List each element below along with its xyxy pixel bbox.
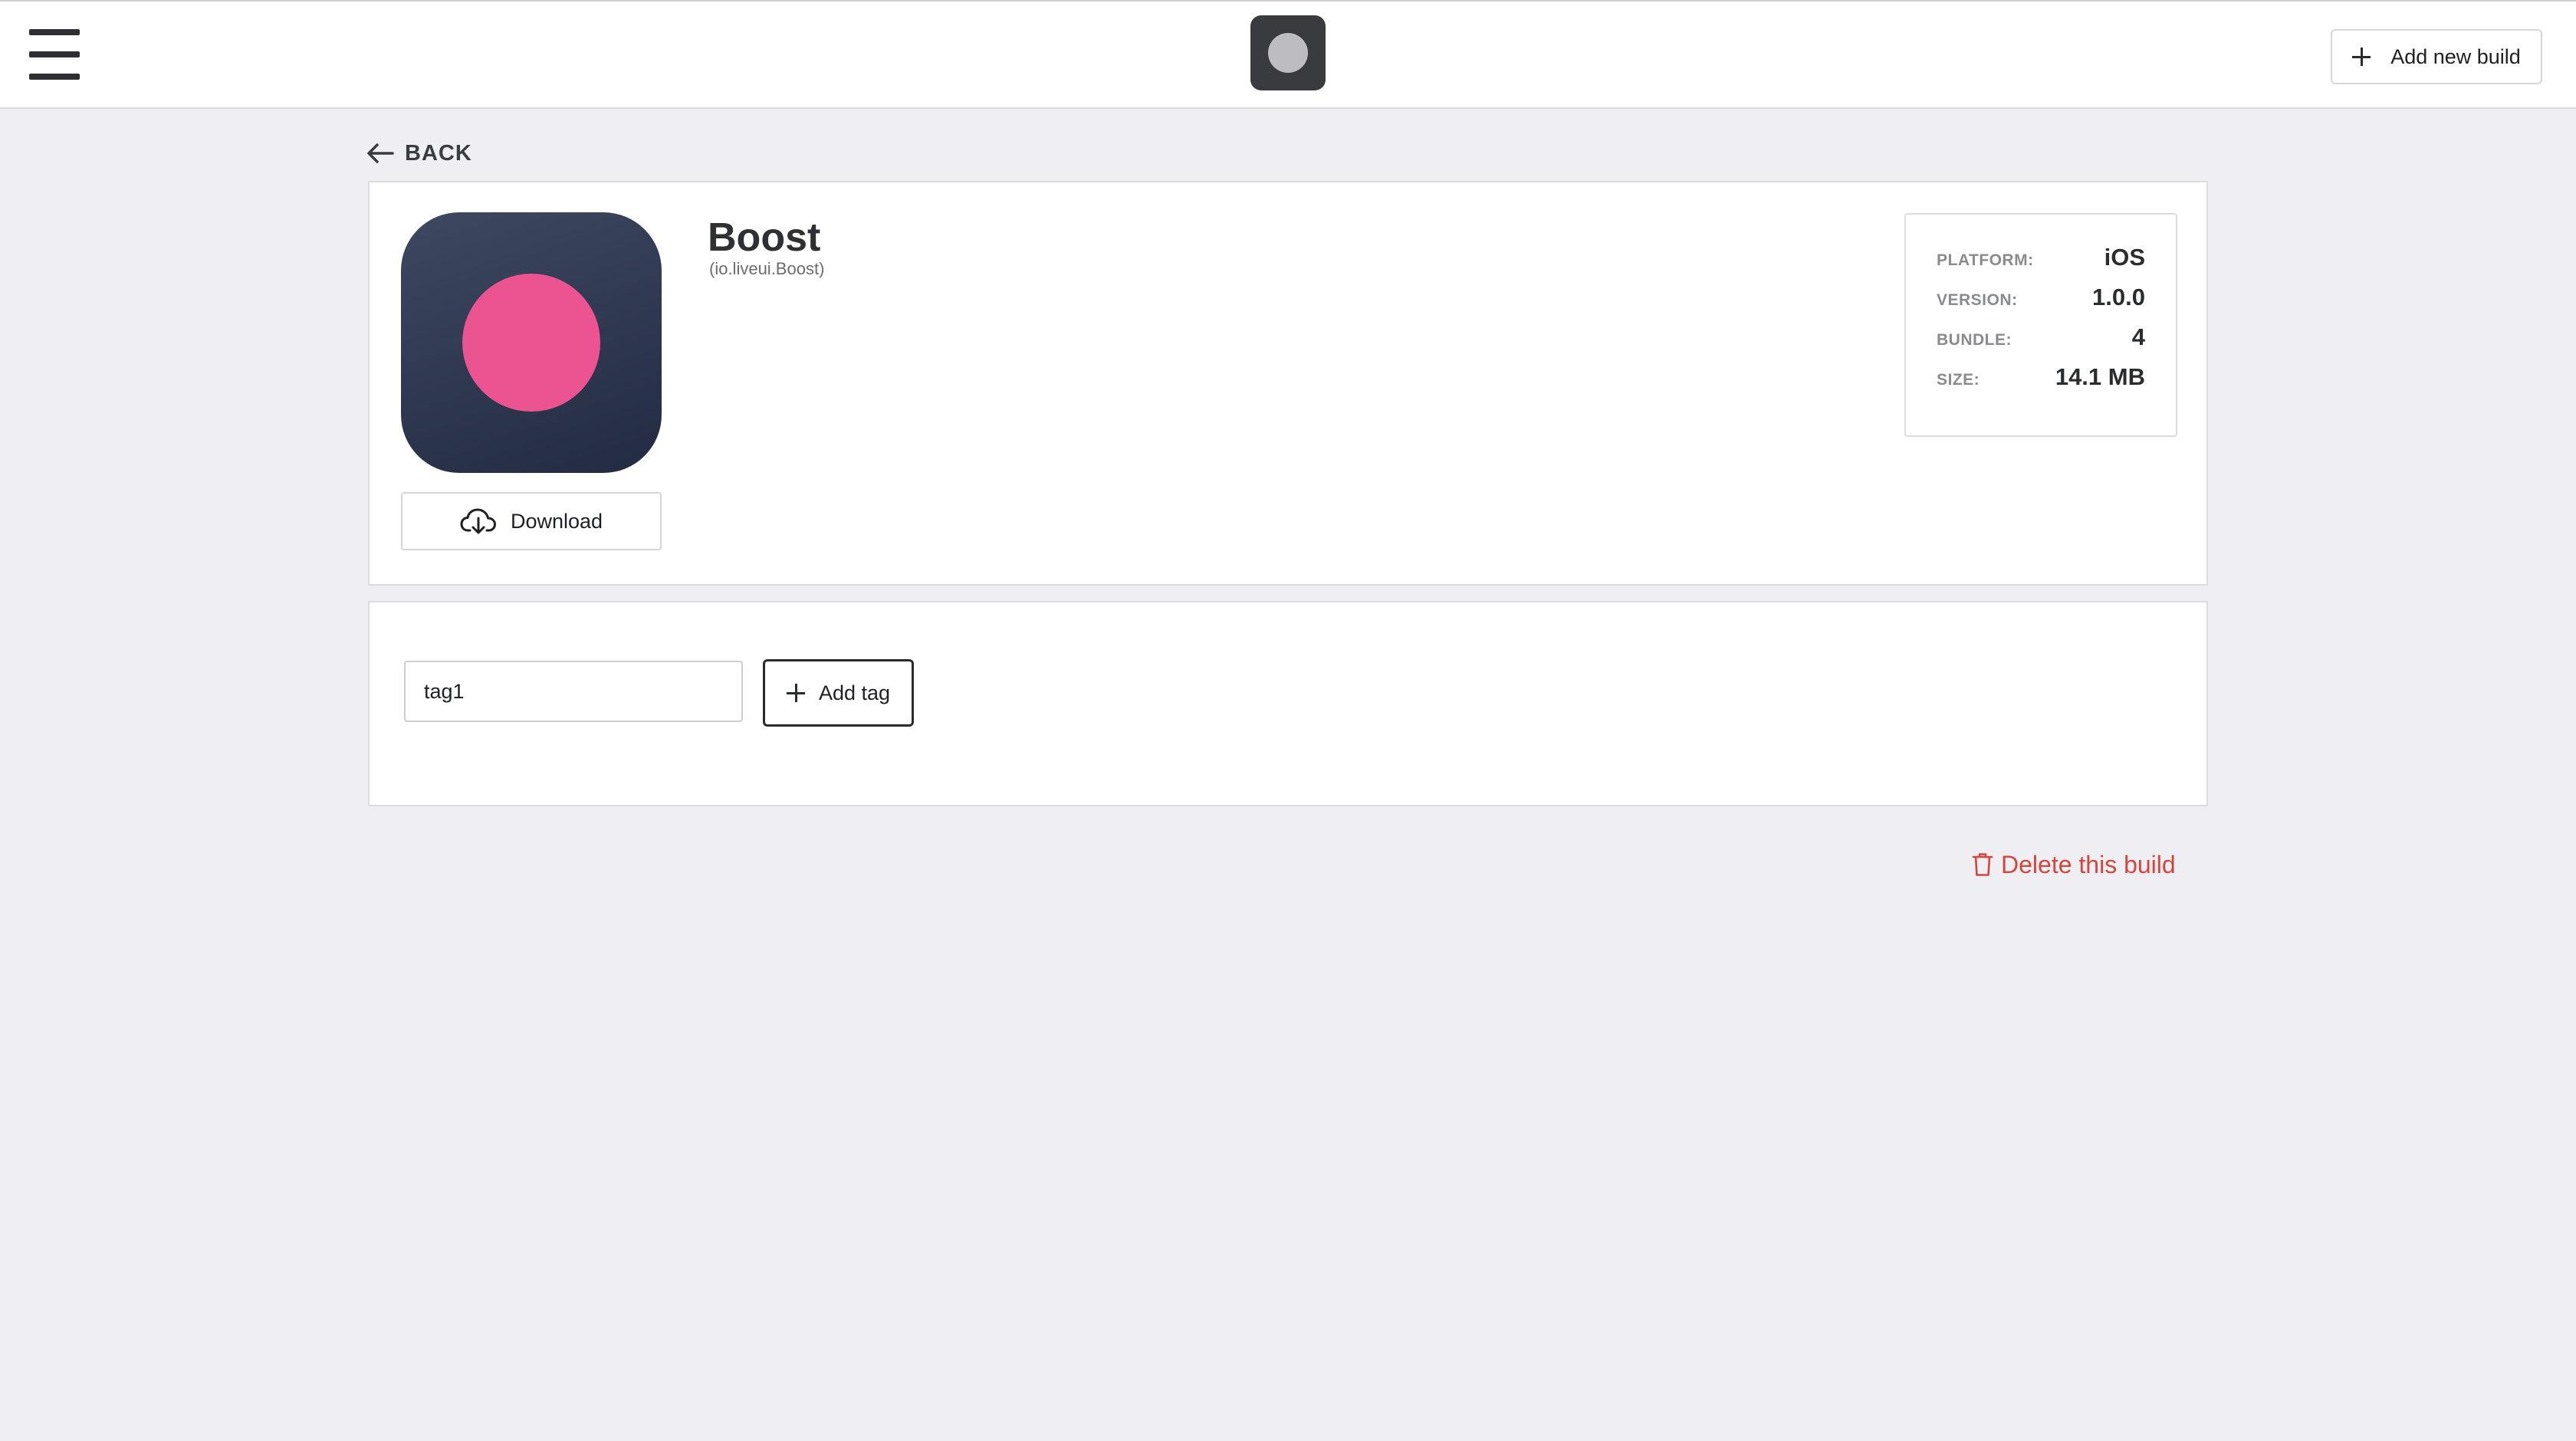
info-row-size: SIZE: 14.1 MB	[1937, 363, 2145, 403]
app-bundle-id: (io.liveui.Boost)	[709, 259, 825, 278]
back-label: BACK	[405, 140, 472, 166]
trash-icon	[1972, 853, 1993, 876]
add-tag-label: Add tag	[818, 681, 891, 704]
info-value: iOS	[2104, 244, 2145, 271]
delete-build-link[interactable]: Delete this build	[1972, 848, 2176, 881]
menu-icon[interactable]	[29, 29, 80, 80]
back-link[interactable]: BACK	[366, 136, 472, 170]
app-icon	[401, 212, 662, 473]
info-row-version: VERSION: 1.0.0	[1937, 284, 2145, 323]
app-logo[interactable]	[1250, 15, 1326, 90]
delete-build-label: Delete this build	[2001, 850, 2176, 878]
download-label: Download	[510, 509, 603, 533]
info-label: VERSION:	[1937, 291, 2018, 309]
plus-icon	[786, 684, 805, 702]
add-tag-button[interactable]: Add tag	[763, 659, 914, 727]
add-new-build-label: Add new build	[2390, 44, 2521, 68]
plus-icon	[2352, 48, 2371, 66]
build-details-card: Download Boost (io.liveui.Boost) PLATFOR…	[368, 181, 2208, 586]
tags-card: Add tag	[368, 601, 2208, 806]
info-label: SIZE:	[1937, 371, 1980, 389]
add-new-build-button[interactable]: Add new build	[2331, 29, 2542, 84]
top-bar: Add new build	[0, 0, 2576, 109]
arrow-left-icon	[367, 143, 394, 163]
info-value: 1.0.0	[2092, 284, 2145, 310]
info-label: BUNDLE:	[1937, 331, 2012, 349]
app-name: Boost	[708, 215, 821, 260]
info-value: 4	[2131, 323, 2145, 350]
info-label: PLATFORM:	[1937, 251, 2034, 269]
app-icon-dot	[462, 274, 600, 412]
info-value: 14.1 MB	[2055, 363, 2145, 390]
build-info-box: PLATFORM: iOS VERSION: 1.0.0 BUNDLE: 4 S…	[1904, 213, 2177, 437]
info-row-platform: PLATFORM: iOS	[1937, 244, 2145, 284]
tag-input[interactable]	[404, 661, 743, 722]
cloud-download-icon	[460, 508, 496, 534]
info-row-bundle: BUNDLE: 4	[1937, 323, 2145, 363]
download-button[interactable]: Download	[401, 492, 662, 550]
